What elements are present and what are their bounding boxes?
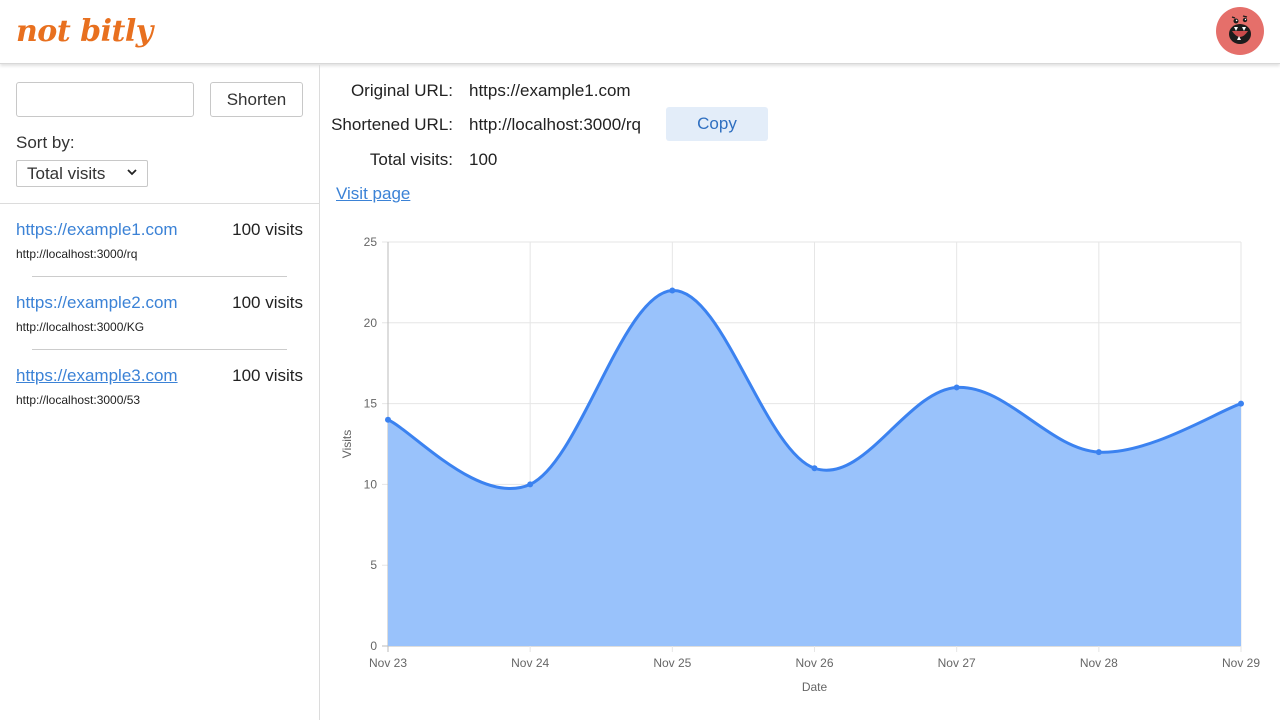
list-item-short-url: http://localhost:3000/KG bbox=[16, 320, 145, 334]
data-point bbox=[385, 416, 391, 423]
list-item-original-url[interactable]: https://example3.com bbox=[16, 366, 178, 386]
y-tick-label: 10 bbox=[364, 477, 378, 491]
link-detail-panel: Original URL: https://example1.com Short… bbox=[321, 65, 1280, 720]
list-item-original-url[interactable]: https://example2.com bbox=[16, 293, 178, 313]
data-point bbox=[669, 287, 676, 294]
y-axis-title: Visits bbox=[340, 430, 354, 458]
data-point bbox=[953, 384, 960, 391]
list-item[interactable]: https://example1.com 100 visits http://l… bbox=[16, 220, 304, 276]
x-tick-label: Nov 27 bbox=[938, 656, 976, 670]
list-item-short-url: http://localhost:3000/rq bbox=[16, 247, 138, 261]
shorten-button[interactable]: Shorten bbox=[210, 82, 303, 117]
sort-label: Sort by: bbox=[16, 133, 75, 152]
data-point bbox=[1238, 400, 1244, 407]
top-bar: not bitly bbox=[0, 0, 1280, 64]
y-tick-label: 5 bbox=[370, 558, 377, 572]
sidebar: Shorten Sort by: Total visits https://ex… bbox=[0, 65, 320, 720]
monster-avatar-icon[interactable] bbox=[1216, 7, 1264, 55]
list-item-original-url[interactable]: https://example1.com bbox=[16, 220, 178, 240]
sidebar-divider bbox=[0, 203, 319, 204]
list-item-visits: 100 visits bbox=[232, 366, 303, 385]
list-item-short-url: http://localhost:3000/53 bbox=[16, 393, 141, 407]
x-tick-label: Nov 23 bbox=[369, 656, 407, 670]
url-input[interactable] bbox=[16, 82, 194, 117]
avatar-graphic bbox=[1229, 15, 1251, 44]
y-tick-label: 15 bbox=[364, 397, 378, 411]
sort-selected-value: Total visits bbox=[27, 163, 106, 183]
list-item-visits: 100 visits bbox=[232, 220, 303, 239]
list-separator bbox=[32, 349, 287, 350]
sort-select[interactable]: Total visits bbox=[16, 160, 148, 187]
list-item[interactable]: https://example2.com 100 visits http://l… bbox=[16, 293, 304, 349]
x-tick-label: Nov 25 bbox=[653, 656, 691, 670]
x-tick-label: Nov 26 bbox=[795, 656, 833, 670]
x-tick-label: Nov 24 bbox=[511, 656, 549, 670]
list-item-visits: 100 visits bbox=[232, 293, 303, 312]
y-tick-label: 0 bbox=[370, 639, 377, 653]
x-tick-label: Nov 28 bbox=[1080, 656, 1118, 670]
app-logo[interactable]: not bitly bbox=[16, 14, 153, 49]
list-separator bbox=[32, 276, 287, 277]
data-point bbox=[811, 465, 818, 472]
list-item[interactable]: https://example3.com 100 visits http://l… bbox=[16, 366, 304, 422]
y-tick-label: 25 bbox=[364, 235, 378, 249]
data-point bbox=[1095, 449, 1102, 456]
y-tick-label: 20 bbox=[364, 316, 378, 330]
chevron-down-icon bbox=[127, 169, 137, 176]
x-axis-title: Date bbox=[802, 680, 828, 694]
data-point bbox=[527, 481, 534, 488]
x-tick-label: Nov 29 bbox=[1222, 656, 1260, 670]
visits-chart: 0 5 10 15 20 25 Nov 23 Nov 24 Nov 25 Nov 26 Nov 27… bbox=[340, 235, 1260, 694]
